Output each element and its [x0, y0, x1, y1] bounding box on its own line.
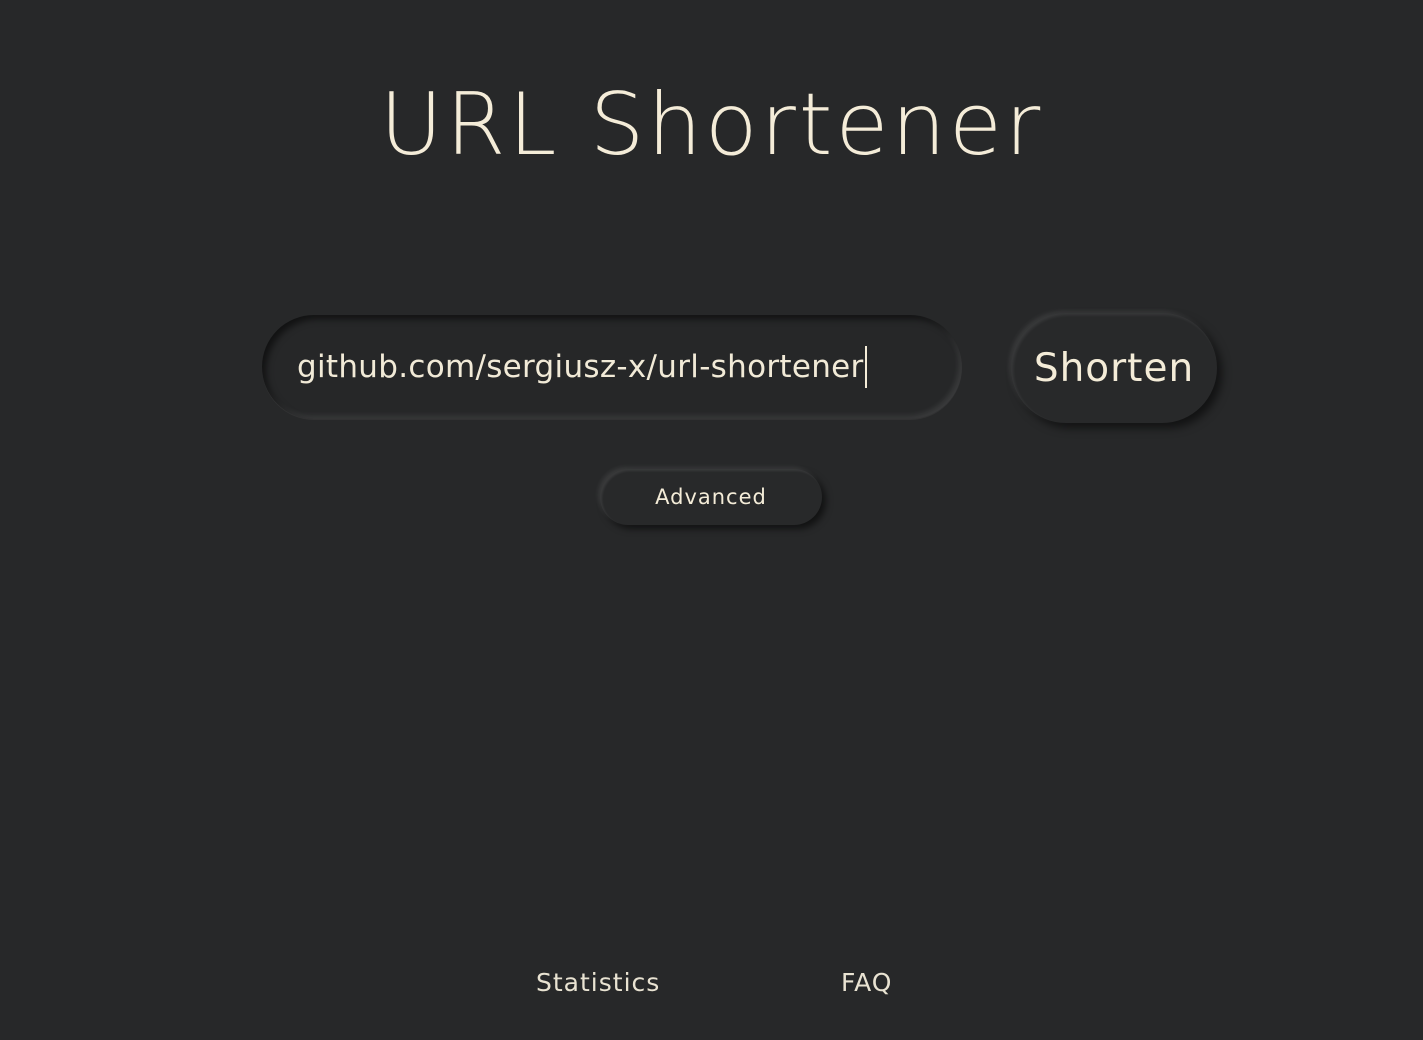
page: URL Shortener github.com/sergiusz-x/url-… [0, 0, 1423, 1040]
footer-link-faq[interactable]: FAQ [841, 968, 892, 997]
footer-link-statistics[interactable]: Statistics [536, 968, 660, 997]
url-input[interactable]: github.com/sergiusz-x/url-shortener [262, 315, 962, 419]
advanced-button[interactable]: Advanced [600, 469, 822, 525]
page-title: URL Shortener [379, 75, 1044, 175]
shorten-button[interactable]: Shorten [1011, 313, 1217, 423]
url-input-value: github.com/sergiusz-x/url-shortener [297, 349, 864, 385]
text-caret [864, 346, 867, 388]
